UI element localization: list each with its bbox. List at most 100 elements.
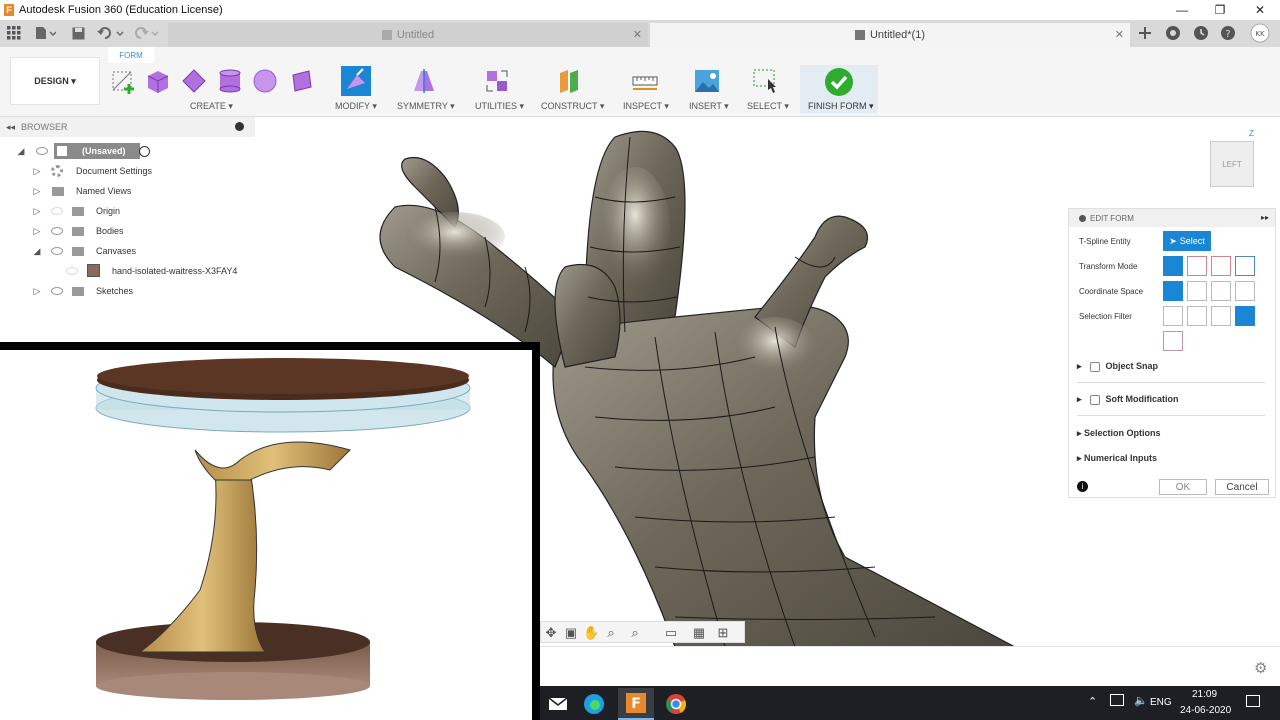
body-filter-icon[interactable] (1163, 331, 1183, 351)
tab-untitled-1[interactable]: Untitled*(1) ✕ (650, 23, 1130, 47)
input-language[interactable]: ENG (1150, 697, 1172, 708)
sphere-icon[interactable] (251, 67, 279, 95)
visibility-eye-icon[interactable] (51, 227, 63, 235)
measure-icon[interactable] (631, 67, 659, 95)
select-entity-button[interactable]: ➤ Select (1163, 231, 1211, 251)
tree-item-root[interactable]: ◢ (Unsaved) (0, 141, 255, 161)
grid-settings-icon[interactable]: ▦ (691, 625, 707, 641)
collapse-icon[interactable]: ◢ (16, 146, 26, 156)
insert-image-icon[interactable] (693, 67, 721, 95)
scale-icon[interactable] (1235, 256, 1255, 276)
visibility-eye-icon[interactable] (51, 287, 63, 295)
multi-transform-icon[interactable] (1163, 256, 1183, 276)
select-window-icon[interactable] (752, 67, 780, 95)
create-form-sketch-icon[interactable] (110, 67, 138, 95)
close-window-button[interactable]: ✕ (1240, 0, 1280, 20)
activate-radio-icon[interactable] (139, 146, 150, 157)
modify-menu[interactable]: MODIFY ▾ (335, 101, 377, 112)
browser-collapse-icon[interactable] (235, 122, 244, 131)
tree-item-origin[interactable]: ▷ Origin (0, 201, 255, 221)
cancel-button[interactable]: Cancel (1215, 479, 1269, 495)
tree-item-named-views[interactable]: ▷ Named Views (0, 181, 255, 201)
parent-space-icon[interactable] (1235, 281, 1255, 301)
visibility-eye-icon[interactable] (36, 147, 48, 155)
object-snap-toggle[interactable]: ▸ Object Snap (1077, 361, 1158, 372)
clock-time[interactable]: 21:09 (1192, 689, 1217, 700)
visibility-eye-icon[interactable] (51, 247, 63, 255)
face-filter-icon[interactable] (1211, 306, 1231, 326)
clock-icon[interactable] (1192, 24, 1210, 42)
viewports-icon[interactable]: ⊞ (715, 625, 731, 641)
mail-app-icon[interactable] (540, 688, 576, 720)
soft-modification-checkbox[interactable] (1089, 394, 1100, 405)
tree-item-document-settings[interactable]: ▷ Document Settings (0, 161, 255, 181)
zoom-window-icon[interactable]: ⌕ (603, 625, 619, 641)
info-icon[interactable]: i (1077, 481, 1088, 492)
expand-icon[interactable]: ▷ (32, 226, 42, 236)
tree-item-canvas-image[interactable]: hand-isolated-waitress-X3FAY4 (0, 261, 255, 281)
collapse-icon[interactable]: ◢ (32, 246, 42, 256)
all-filter-icon[interactable] (1235, 306, 1255, 326)
expand-panel-icon[interactable]: ▸▸ (1261, 213, 1269, 222)
zoom-icon[interactable]: ⌕ (627, 625, 643, 641)
object-snap-checkbox[interactable] (1089, 361, 1100, 372)
orbit-icon[interactable]: ✥ (543, 625, 559, 641)
close-tab-icon[interactable]: ✕ (633, 28, 642, 41)
job-status-icon[interactable] (1164, 24, 1182, 42)
edge-browser-icon[interactable] (576, 688, 612, 720)
app-grid-icon[interactable] (6, 24, 22, 42)
utilities-menu[interactable]: UTILITIES ▾ (475, 101, 524, 112)
tree-item-canvases[interactable]: ◢ Canvases (0, 241, 255, 261)
select-menu[interactable]: SELECT ▾ (747, 101, 789, 112)
box-icon[interactable] (144, 67, 172, 95)
translate-icon[interactable] (1187, 256, 1207, 276)
tab-form[interactable]: FORM (108, 47, 154, 63)
clock-date[interactable]: 24-06-2020 (1180, 705, 1231, 716)
pan-icon[interactable]: ✋ (583, 625, 599, 641)
display-settings-icon[interactable]: ▭ (663, 625, 679, 641)
expand-icon[interactable]: ▷ (32, 286, 42, 296)
construct-menu[interactable]: CONSTRUCT ▾ (541, 101, 604, 112)
plane-icon[interactable] (180, 67, 208, 95)
save-icon[interactable] (70, 24, 86, 42)
view-space-icon[interactable] (1163, 281, 1183, 301)
selection-options-toggle[interactable]: ▸ Selection Options (1077, 428, 1161, 439)
look-at-icon[interactable]: ▣ (563, 625, 579, 641)
volume-icon[interactable]: 🔈 (1134, 694, 1148, 707)
help-icon[interactable]: ? (1219, 24, 1237, 42)
tree-item-bodies[interactable]: ▷ Bodies (0, 221, 255, 241)
numerical-inputs-toggle[interactable]: ▸ Numerical Inputs (1077, 453, 1157, 464)
file-menu-icon[interactable] (32, 24, 58, 42)
utilities-icon[interactable] (483, 67, 511, 95)
tree-item-sketches[interactable]: ▷ Sketches (0, 281, 255, 301)
quadball-icon[interactable] (287, 67, 315, 95)
rotate-icon[interactable] (1211, 256, 1231, 276)
expand-icon[interactable]: ▷ (32, 166, 42, 176)
finish-form-icon[interactable] (824, 67, 854, 97)
new-tab-icon[interactable] (1136, 24, 1154, 42)
undo-icon[interactable] (96, 24, 126, 42)
finish-form-menu[interactable]: FINISH FORM ▾ (808, 101, 874, 112)
action-center-icon[interactable] (1246, 695, 1260, 707)
close-tab-icon[interactable]: ✕ (1115, 28, 1124, 41)
insert-menu[interactable]: INSERT ▾ (689, 101, 729, 112)
show-hidden-icons[interactable]: ⌃ (1088, 695, 1097, 708)
tab-untitled[interactable]: Untitled ✕ (168, 23, 648, 47)
redo-icon[interactable] (134, 24, 160, 42)
workspace-switcher[interactable]: DESIGN ▾ (10, 57, 100, 105)
fusion360-taskbar-icon[interactable]: F (618, 688, 654, 720)
ok-button[interactable]: OK (1159, 479, 1207, 495)
collapse-browser-icon[interactable]: ◂◂ (6, 122, 15, 133)
symmetry-icon[interactable] (410, 67, 438, 95)
inspect-menu[interactable]: INSPECT ▾ (623, 101, 669, 112)
soft-modification-toggle[interactable]: ▸ Soft Modification (1077, 394, 1179, 405)
minimize-button[interactable]: — (1162, 0, 1202, 20)
edge-filter-icon[interactable] (1187, 306, 1207, 326)
expand-icon[interactable]: ▷ (32, 206, 42, 216)
hidden-eye-icon[interactable] (51, 207, 63, 215)
network-icon[interactable] (1110, 694, 1124, 706)
expand-icon[interactable]: ▷ (32, 186, 42, 196)
user-avatar[interactable]: KK (1249, 23, 1271, 43)
create-menu[interactable]: CREATE ▾ (190, 101, 233, 112)
vertex-filter-icon[interactable] (1163, 306, 1183, 326)
